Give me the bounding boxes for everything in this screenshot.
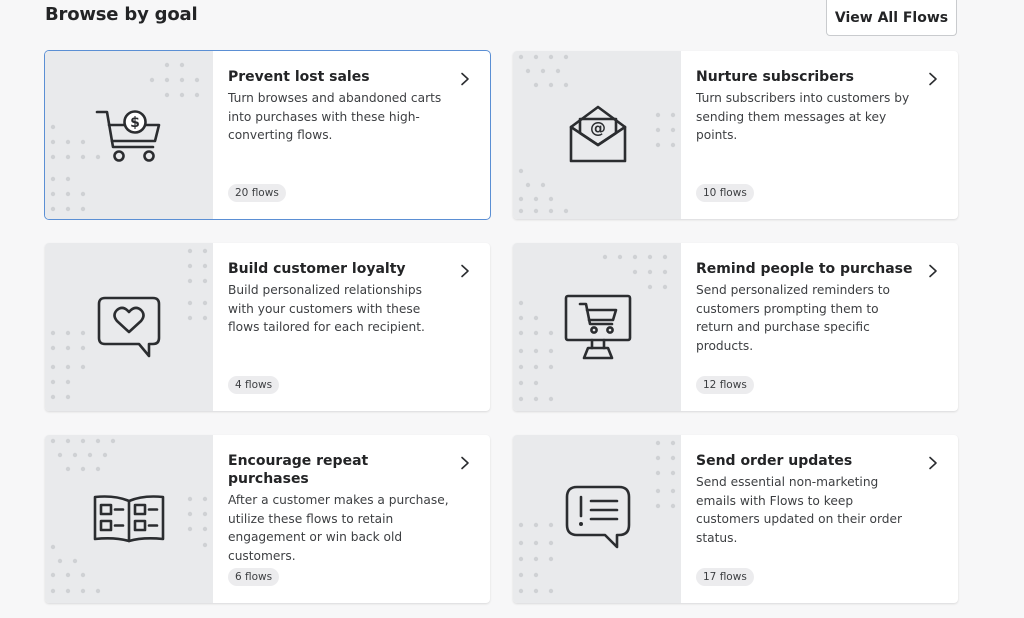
card-illustration [513,435,681,603]
card-title: Build customer loyalty [228,261,406,277]
card-body: Remind people to purchase Send personali… [681,243,958,411]
email-envelope-icon: @ [569,105,627,163]
flow-count-badge: 17 flows [696,568,754,586]
svg-text:$: $ [130,115,140,131]
card-description: Send essential non-marketing emails with… [696,475,902,546]
card-illustration: $ [45,51,213,219]
chevron-right-icon[interactable] [460,456,470,470]
flow-count-badge: 4 flows [228,376,280,394]
card-description: Send personalized reminders to customers… [696,283,891,354]
card-illustration: @ [513,51,681,219]
goal-card-build-customer-loyalty[interactable]: Build customer loyalty Build personalize… [45,243,490,411]
card-title: Nurture subscribers [696,69,854,85]
card-body: Send order updates Send essential non-ma… [681,435,958,603]
goal-card-prevent-lost-sales[interactable]: $ Prevent lost sales Turn browses and ab… [45,51,490,219]
card-title: Encourage repeat purchases [228,453,369,487]
card-body: Prevent lost sales Turn browses and aban… [213,51,490,219]
goal-card-send-order-updates[interactable]: Send order updates Send essential non-ma… [513,435,958,603]
goal-card-nurture-subscribers[interactable]: @ Nurture subscribers Turn subscribers i… [513,51,958,219]
flow-count-badge: 12 flows [696,376,754,394]
flow-count-badge: 10 flows [696,184,754,202]
card-body: Build customer loyalty Build personalize… [213,243,490,411]
heart-speech-bubble-icon [97,296,161,358]
card-description: Build personalized relationships with yo… [228,283,425,335]
view-all-flows-button[interactable]: View All Flows [826,0,957,36]
open-book-checklist-icon [93,495,165,543]
chevron-right-icon[interactable] [460,72,470,86]
flow-count-badge: 6 flows [228,568,280,586]
chevron-right-icon[interactable] [928,264,938,278]
chevron-right-icon[interactable] [928,456,938,470]
goal-card-encourage-repeat-purchases[interactable]: Encourage repeat purchases After a custo… [45,435,490,603]
card-description: After a customer makes a purchase, utili… [228,493,449,564]
card-description: Turn browses and abandoned carts into pu… [228,91,442,143]
svg-text:@: @ [590,118,606,137]
goal-card-remind-people-to-purchase[interactable]: Remind people to purchase Send personali… [513,243,958,411]
card-illustration [45,435,213,603]
flow-count-badge: 20 flows [228,184,286,202]
card-illustration [45,243,213,411]
card-title: Send order updates [696,453,853,469]
chevron-right-icon[interactable] [928,72,938,86]
card-illustration [513,243,681,411]
alert-speech-bubble-icon [565,485,631,549]
card-body: Encourage repeat purchases After a custo… [213,435,490,603]
dollar-cart-icon: $ [95,110,161,162]
card-description: Turn subscribers into customers by sendi… [696,91,910,143]
cart-monitor-icon [564,294,632,360]
card-body: Nurture subscribers Turn subscribers int… [681,51,958,219]
browse-by-goal-page: Browse by goal View All Flows $ Prevent … [0,0,1024,618]
card-title: Prevent lost sales [228,69,370,85]
card-title: Remind people to purchase [696,261,913,277]
section-title: Browse by goal [45,4,198,25]
chevron-right-icon[interactable] [460,264,470,278]
